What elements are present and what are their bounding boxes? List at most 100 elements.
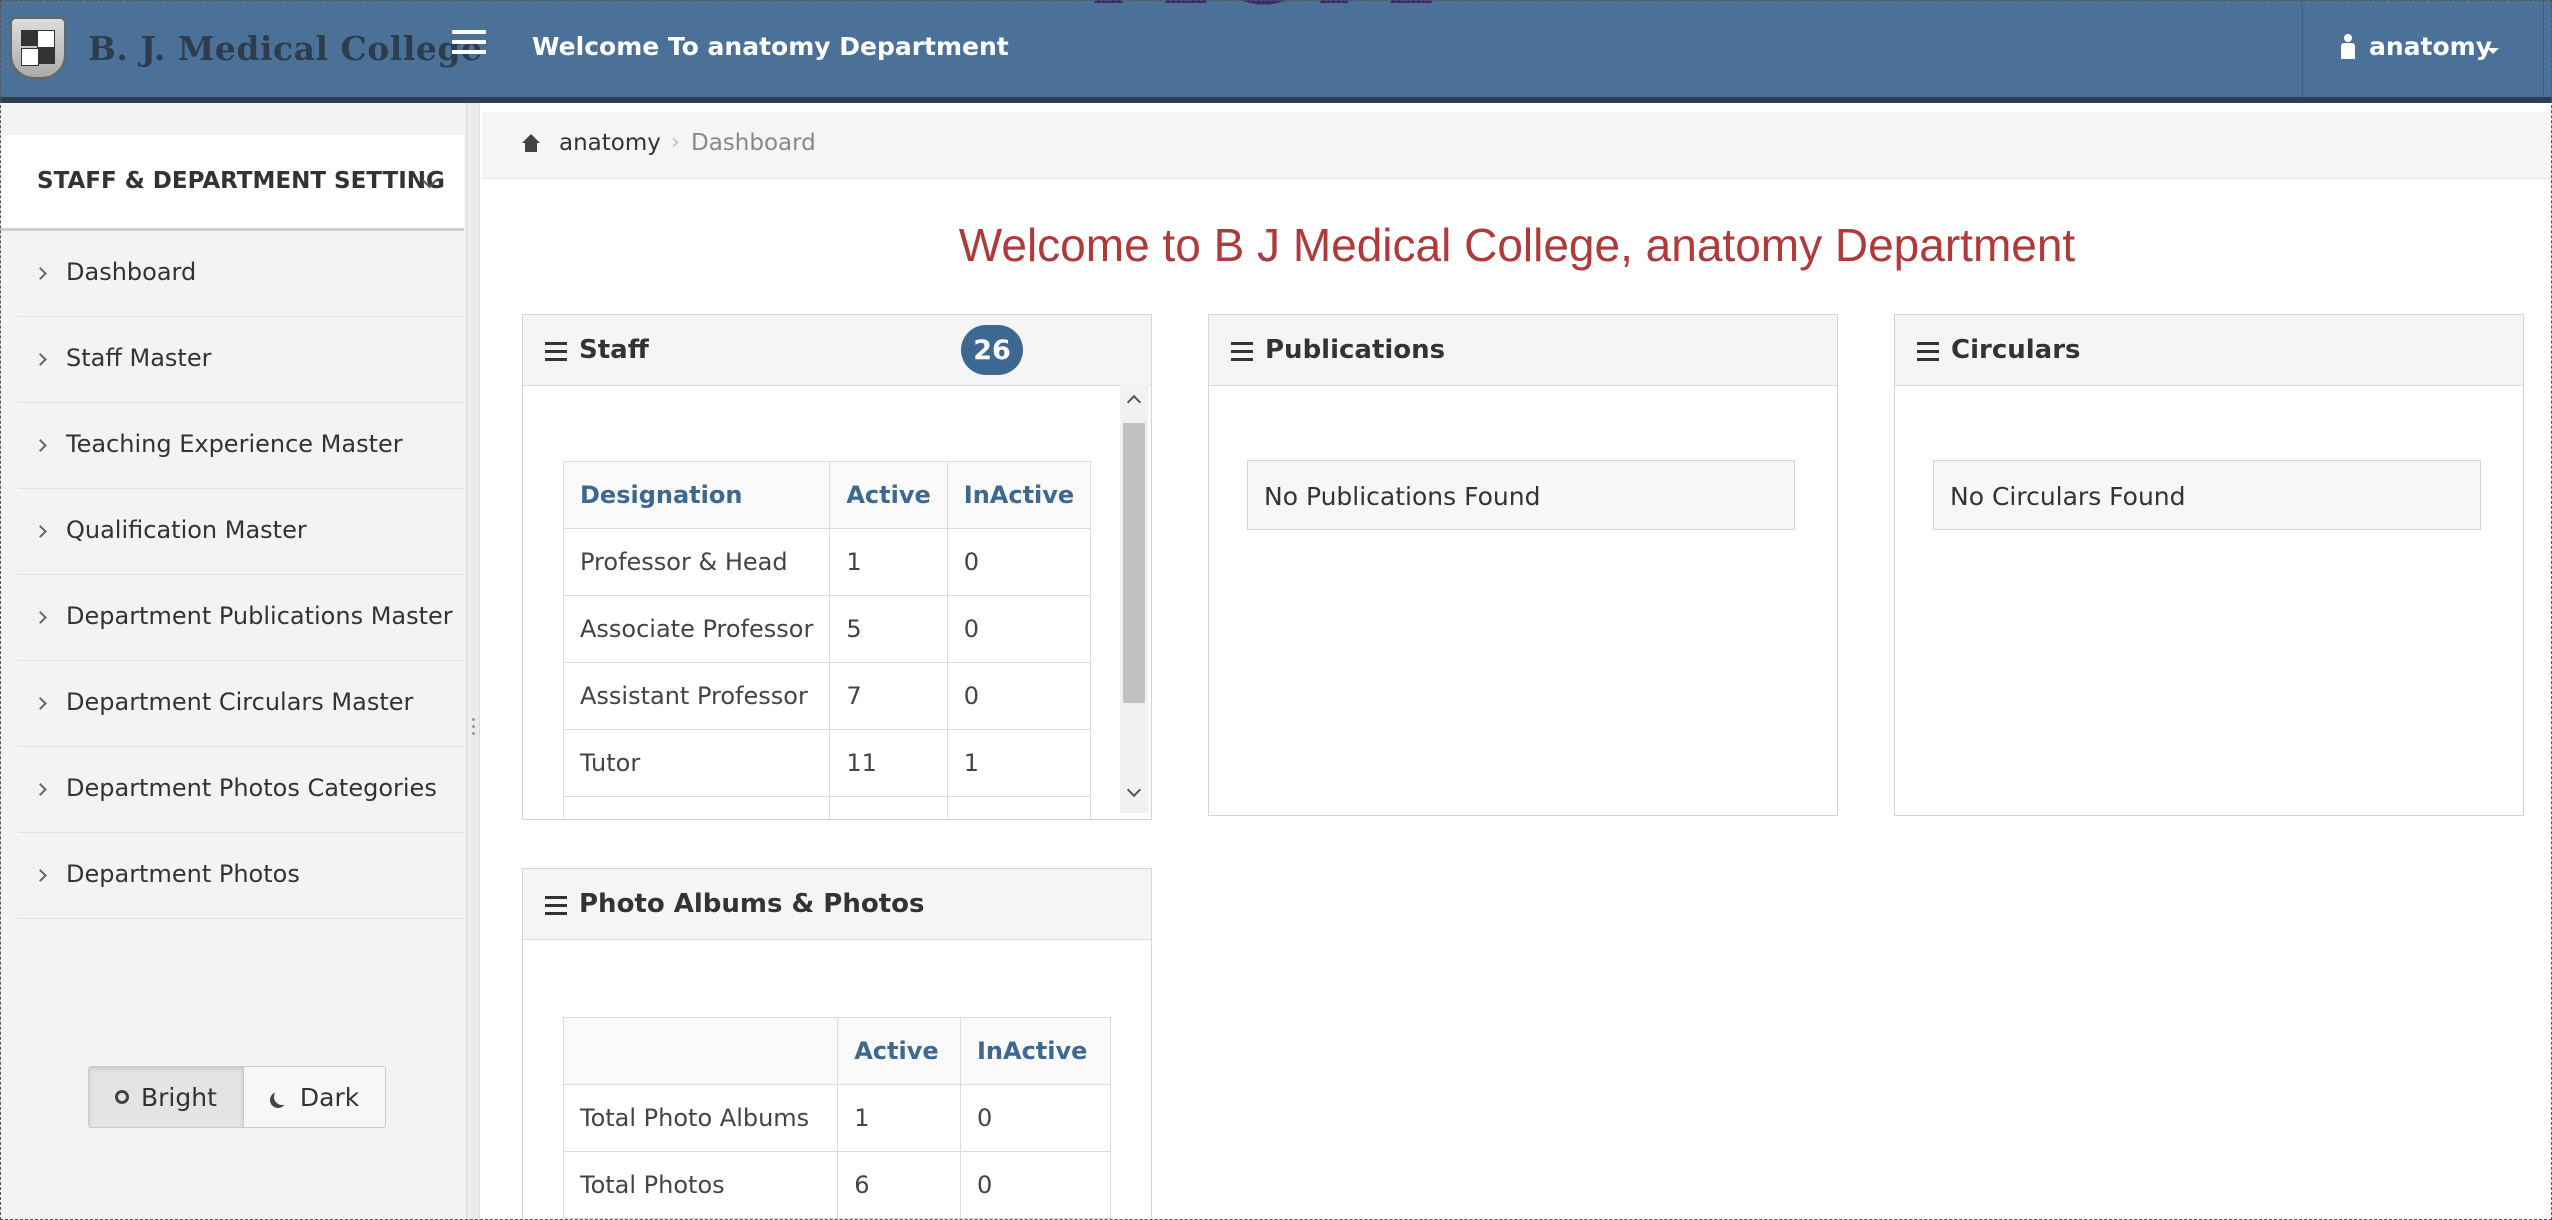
photo-albums-table: Active InActive Total Photo Albums 1 0 Total … <box>562 1017 1112 1219</box>
table-cell <box>562 796 831 819</box>
staff-panel: Staff 26 Designation Active InActive Profes… <box>522 314 1152 820</box>
column-header: Active <box>829 461 948 529</box>
user-name: anatomy <box>2369 32 2493 61</box>
brand-name: B. J. Medical College <box>88 28 483 68</box>
table-cell: Total Photos <box>562 1151 839 1219</box>
table-cell: 6 <box>837 1151 961 1219</box>
page-title: Welcome to B J Medical College, anatomy … <box>958 219 2076 271</box>
photo-albums-panel: Photo Albums & Photos Active InActive Tota… <box>522 868 1152 1220</box>
sidebar-section-header[interactable]: STAFF & DEPARTMENT SETTING <box>0 135 464 231</box>
chevron-right-icon <box>34 267 47 280</box>
table-cell: Assistant Professor <box>562 662 831 730</box>
sidebar-item-qualification-master[interactable]: Qualification Master <box>18 489 464 575</box>
table-cell: 0 <box>959 1084 1112 1152</box>
breadcrumb-separator: › <box>671 130 680 155</box>
photo-albums-panel-header: Photo Albums & Photos <box>523 869 1151 940</box>
staff-table-viewport[interactable]: Designation Active InActive Professor & Hea… <box>523 385 1120 819</box>
sidebar-item-label: Qualification Master <box>66 516 307 544</box>
background-watermark: MOM <box>1090 0 1450 20</box>
sidebar-item-department-photos[interactable]: Department Photos <box>18 833 464 919</box>
column-header <box>562 1017 839 1085</box>
column-header: Active <box>837 1017 961 1085</box>
sidebar-item-label: Dashboard <box>66 258 197 286</box>
table-cell: 0 <box>959 1151 1112 1219</box>
staff-count-badge: 26 <box>961 325 1023 375</box>
table-cell <box>946 796 1092 819</box>
publications-panel: Publications No Publications Found <box>1208 314 1838 816</box>
table-header-row: Designation Active InActive <box>562 461 1092 529</box>
home-icon <box>522 134 540 152</box>
caret-down-icon <box>2487 48 2499 54</box>
chevron-right-icon <box>34 611 47 624</box>
table-row: Professor & Head 1 0 <box>562 528 1092 596</box>
table-cell: 0 <box>946 662 1092 730</box>
staff-table: Designation Active InActive Professor & Hea… <box>562 461 1092 819</box>
scroll-down-icon[interactable] <box>1126 782 1142 798</box>
column-header: InActive <box>946 461 1092 529</box>
table-row: Associate Professor 5 0 <box>562 595 1092 663</box>
user-icon <box>2339 34 2357 60</box>
scroll-thumb[interactable] <box>1123 423 1145 703</box>
sidebar-item-staff-master[interactable]: Staff Master <box>18 317 464 403</box>
bright-theme-button[interactable]: Bright <box>89 1067 244 1127</box>
table-row: Total Photos 6 0 <box>562 1151 1112 1219</box>
dark-theme-button[interactable]: Dark <box>243 1067 386 1127</box>
sidebar-item-teaching-experience-master[interactable]: Teaching Experience Master <box>18 403 464 489</box>
table-cell: 0 <box>946 595 1092 663</box>
column-header: InActive <box>959 1017 1112 1085</box>
breadcrumb: anatomy › Dashboard <box>482 112 2552 179</box>
menu-icon <box>545 896 567 920</box>
chevron-right-icon <box>34 439 47 452</box>
sidebar-resize-handle[interactable] <box>466 103 480 1220</box>
table-cell <box>829 796 948 819</box>
top-navbar: MOM B. J. Medical College Welcome To ana… <box>0 0 2552 103</box>
sidebar-item-label: Department Publications Master <box>66 602 453 630</box>
header-welcome-text: Welcome To anatomy Department <box>532 32 1009 61</box>
chevron-right-icon <box>34 697 47 710</box>
breadcrumb-home-link[interactable]: anatomy <box>559 130 661 156</box>
sidebar-item-department-publications-master[interactable]: Department Publications Master <box>18 575 464 661</box>
table-cell: 1 <box>946 729 1092 797</box>
circulars-panel: Circulars No Circulars Found <box>1894 314 2524 816</box>
table-row <box>562 796 1092 819</box>
sidebar-toggle-icon[interactable] <box>452 30 486 60</box>
sidebar-item-label: Department Photos <box>66 860 300 888</box>
table-cell: Tutor <box>562 729 831 797</box>
circulars-panel-header: Circulars <box>1895 315 2523 386</box>
dark-label: Dark <box>299 1082 360 1112</box>
table-cell: Total Photo Albums <box>562 1084 839 1152</box>
theme-toggle: Bright Dark <box>88 1066 387 1128</box>
table-cell: 11 <box>829 729 948 797</box>
table-cell: 1 <box>829 528 948 596</box>
table-cell: 0 <box>946 528 1092 596</box>
table-row: Assistant Professor 7 0 <box>562 662 1092 730</box>
menu-icon <box>1231 342 1253 366</box>
staff-scrollbar[interactable] <box>1120 385 1148 813</box>
photo-albums-panel-title: Photo Albums & Photos <box>579 889 925 919</box>
scroll-up-icon[interactable] <box>1126 394 1142 410</box>
chevron-right-icon <box>34 525 47 538</box>
sidebar: STAFF & DEPARTMENT SETTING Dashboard Sta… <box>0 103 466 1220</box>
user-menu-dropdown[interactable]: anatomy <box>2302 0 2544 97</box>
table-cell: 5 <box>829 595 948 663</box>
sidebar-section-title: STAFF & DEPARTMENT SETTING <box>37 168 445 194</box>
moon-icon <box>274 1089 290 1105</box>
staff-panel-title: Staff <box>579 335 649 365</box>
table-header-row: Active InActive <box>562 1017 1112 1085</box>
sidebar-item-department-photos-categories[interactable]: Department Photos Categories <box>18 747 464 833</box>
circulars-panel-title: Circulars <box>1951 335 2081 365</box>
sidebar-item-label: Department Photos Categories <box>66 774 437 802</box>
publications-panel-header: Publications <box>1209 315 1837 386</box>
staff-panel-header: Staff 26 <box>523 315 1151 386</box>
sidebar-menu: Dashboard Staff Master Teaching Experien… <box>18 231 464 919</box>
publications-panel-title: Publications <box>1265 335 1446 365</box>
circulars-empty-message: No Circulars Found <box>1933 460 2481 530</box>
sidebar-item-dashboard[interactable]: Dashboard <box>18 231 464 317</box>
sidebar-item-label: Department Circulars Master <box>66 688 414 716</box>
sidebar-item-department-circulars-master[interactable]: Department Circulars Master <box>18 661 464 747</box>
brand-logo-link[interactable]: B. J. Medical College <box>10 16 482 80</box>
sun-icon <box>115 1090 129 1104</box>
chevron-right-icon <box>34 353 47 366</box>
column-header: Designation <box>562 461 831 529</box>
table-row: Total Photo Albums 1 0 <box>562 1084 1112 1152</box>
